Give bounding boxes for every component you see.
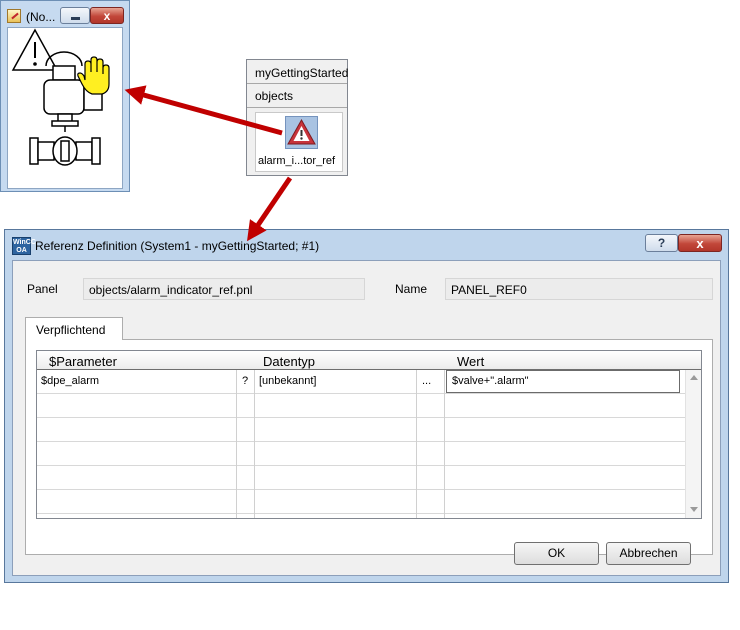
help-icon: ? bbox=[657, 236, 666, 250]
name-field[interactable]: PANEL_REF0 bbox=[445, 278, 713, 300]
preview-titlebar[interactable]: (No... x bbox=[1, 1, 129, 27]
close-icon: x bbox=[696, 236, 704, 251]
column-divider bbox=[236, 370, 237, 518]
dialog-close-button[interactable]: x bbox=[678, 234, 722, 252]
preview-canvas bbox=[7, 27, 123, 189]
value-input[interactable]: $valve+".alarm" bbox=[446, 370, 680, 393]
table-row[interactable]: $dpe_alarm ? [unbekannt] ... $valve+".al… bbox=[37, 370, 685, 394]
close-icon: x bbox=[103, 9, 111, 23]
minimize-button[interactable] bbox=[60, 7, 90, 24]
valve-symbol-drawing bbox=[11, 28, 110, 166]
column-divider bbox=[254, 370, 255, 518]
panel-path-field[interactable]: objects/alarm_indicator_ref.pnl bbox=[83, 278, 365, 300]
column-divider bbox=[444, 370, 445, 518]
table-header: $Parameter Datentyp Wert bbox=[37, 351, 701, 370]
library-item-label: alarm_i...tor_ref bbox=[258, 155, 336, 167]
library-item-alarm-indicator[interactable]: alarm_i...tor_ref bbox=[255, 112, 343, 172]
dialog-body: Panel objects/alarm_indicator_ref.pnl Na… bbox=[12, 260, 721, 576]
warning-triangle-icon bbox=[285, 116, 318, 149]
panel-label: Panel bbox=[27, 282, 58, 296]
tab-page: $Parameter Datentyp Wert $dpe_alarm ? [u… bbox=[25, 339, 713, 555]
close-button[interactable]: x bbox=[90, 7, 124, 24]
cancel-button[interactable]: Abbrechen bbox=[606, 542, 691, 565]
ok-button[interactable]: OK bbox=[514, 542, 599, 565]
flag-cell: ? bbox=[242, 375, 249, 387]
table-row[interactable] bbox=[37, 394, 685, 418]
more-button[interactable]: ... bbox=[422, 375, 431, 387]
arrow-library-to-dialog bbox=[247, 176, 293, 242]
reference-definition-dialog: WinCC OA Referenz Definition (System1 - m… bbox=[4, 229, 729, 583]
table-row[interactable] bbox=[37, 466, 685, 490]
panel-preview-window: (No... x bbox=[0, 0, 130, 192]
scroll-up-icon[interactable] bbox=[690, 375, 698, 380]
scroll-down-icon[interactable] bbox=[690, 507, 698, 512]
table-row[interactable] bbox=[37, 490, 685, 514]
column-header-wert[interactable]: Wert bbox=[457, 354, 484, 369]
minimize-icon bbox=[71, 17, 80, 20]
name-label: Name bbox=[395, 282, 428, 296]
table-row[interactable] bbox=[37, 442, 685, 466]
tab-verpflichtend[interactable]: Verpflichtend bbox=[25, 317, 123, 340]
dialog-title: Referenz Definition (System1 - myGetting… bbox=[35, 239, 320, 253]
column-header-datentyp[interactable]: Datentyp bbox=[263, 354, 315, 369]
warning-triangle-icon bbox=[11, 28, 59, 71]
column-header-parameter[interactable]: $Parameter bbox=[49, 354, 117, 369]
vertical-scrollbar[interactable] bbox=[685, 370, 701, 518]
table-row[interactable] bbox=[37, 418, 685, 442]
column-divider bbox=[416, 370, 417, 518]
help-button[interactable]: ? bbox=[645, 234, 678, 252]
library-title[interactable]: myGettingStarted bbox=[247, 60, 348, 84]
edit-panel-icon bbox=[7, 9, 21, 23]
wincc-oa-icon: WinCC OA bbox=[12, 237, 36, 255]
library-category[interactable]: objects bbox=[247, 84, 347, 108]
datatype-cell: [unbekannt] bbox=[259, 375, 317, 387]
parameter-cell: $dpe_alarm bbox=[41, 375, 100, 387]
parameter-table: $Parameter Datentyp Wert $dpe_alarm ? [u… bbox=[36, 350, 702, 519]
preview-window-title: (No... bbox=[26, 10, 56, 24]
library-panel: myGettingStarted objects alarm_i...tor_r… bbox=[246, 59, 348, 176]
table-rows: $dpe_alarm ? [unbekannt] ... $valve+".al… bbox=[37, 370, 685, 518]
